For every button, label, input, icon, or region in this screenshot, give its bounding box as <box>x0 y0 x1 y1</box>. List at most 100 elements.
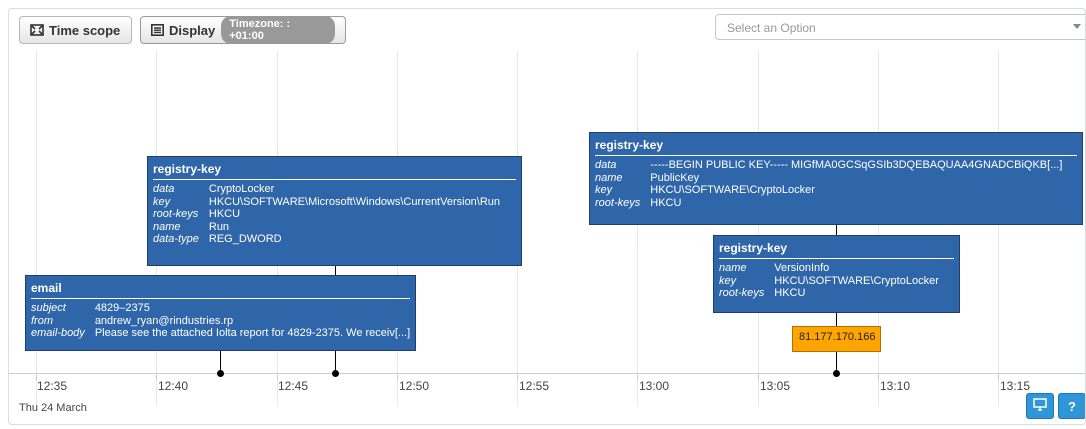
card-title: registry-key <box>595 138 1077 156</box>
grid-line <box>36 51 37 406</box>
card-row: name PublicKey <box>595 172 1062 185</box>
monitor-icon <box>1033 398 1047 414</box>
attr-value: PublicKey <box>650 171 700 184</box>
tick-mark <box>637 374 638 380</box>
tick-mark <box>998 374 999 380</box>
card-row: root-keys HKCU <box>153 208 500 221</box>
tick-label: 13:05 <box>760 379 791 393</box>
monitor-button[interactable] <box>1026 393 1054 419</box>
card-row: name Run <box>153 221 500 234</box>
event-marker[interactable] <box>833 370 840 377</box>
help-button[interactable]: ? <box>1058 393 1085 419</box>
attr-key: name <box>595 171 623 184</box>
attr-value: andrew_ryan@rindustries.rp <box>94 314 234 327</box>
ip-address-node[interactable]: 81.177.170.166 <box>792 326 881 352</box>
tick-mark <box>758 374 759 380</box>
attr-key: email-body <box>31 327 85 339</box>
attr-key: name <box>719 262 747 274</box>
time-axis <box>9 373 1085 374</box>
card-attributes: data CryptoLocker key HKCU\SOFTWARE\Micros… <box>153 183 500 246</box>
tick-label: 13:00 <box>639 379 670 393</box>
card-row: root-keys HKCU <box>719 287 939 300</box>
attr-value: HKCU\SOFTWARE\CryptoLocker <box>650 184 815 196</box>
attr-value: Run <box>208 220 230 233</box>
attr-value: REG_DWORD <box>208 233 282 245</box>
event-marker[interactable] <box>332 370 339 377</box>
card-title: registry-key <box>153 162 516 180</box>
tick-mark <box>397 374 398 380</box>
help-label: ? <box>1068 398 1076 414</box>
grid-line <box>998 51 999 406</box>
card-row: data-type REG_DWORD <box>153 233 500 246</box>
list-icon <box>151 24 164 36</box>
registry-key-card-run[interactable]: registry-key data CryptoLocker key HKCU\SO… <box>147 156 522 266</box>
attr-value: VersionInfo <box>774 262 830 274</box>
select-placeholder: Select an Option <box>727 21 816 35</box>
card-row: from andrew_ryan@rindustries.rp <box>31 315 410 328</box>
display-button[interactable]: Display Timezone: : +01:00 <box>140 16 346 44</box>
attr-value: HKCU\SOFTWARE\CryptoLocker <box>774 274 939 287</box>
attr-value: Please see the attached Iolta report for… <box>94 327 411 339</box>
attr-value: 4829–2375 <box>94 302 150 314</box>
attr-value: HKCU\SOFTWARE\Microsoft\Windows\CurrentV… <box>208 195 501 208</box>
tick-mark <box>156 374 157 380</box>
dropdown-arrow-icon <box>1073 24 1081 29</box>
grid-line <box>878 51 879 406</box>
attr-value: -----BEGIN PUBLIC KEY----- MIGfMA0GCSqGS… <box>650 159 1063 171</box>
card-title: registry-key <box>719 241 954 259</box>
date-label: Thu 24 March <box>19 402 87 414</box>
tick-label: 12:40 <box>158 379 189 393</box>
display-label: Display <box>169 22 216 38</box>
email-card[interactable]: email subject 4829–2375 from andrew_ryan@r… <box>25 275 416 351</box>
registry-key-card-publickey[interactable]: registry-key data -----BEGIN PUBLIC KEY--… <box>589 132 1083 225</box>
tick-mark <box>878 374 879 380</box>
attr-key: data <box>153 183 175 195</box>
tick-label: 12:55 <box>519 379 550 393</box>
attr-value: HKCU <box>774 287 806 299</box>
event-marker[interactable] <box>217 370 224 377</box>
attr-key: key <box>153 195 171 208</box>
timeline-panel: Time scope Display Timezone: : +01:00 Se… <box>8 8 1086 425</box>
attr-key: name <box>153 220 181 233</box>
card-attributes: subject 4829–2375 from andrew_ryan@rindust… <box>31 302 410 340</box>
attr-key: root-keys <box>595 196 641 209</box>
attr-key: key <box>595 184 613 196</box>
card-row: root-keys HKCU <box>595 197 1062 210</box>
expand-arrows-icon <box>30 24 44 36</box>
grid-line <box>758 51 759 406</box>
attr-key: root-keys <box>153 208 199 220</box>
tick-mark <box>517 374 518 380</box>
attr-key: data-type <box>153 233 199 245</box>
attr-value: HKCU <box>650 196 682 209</box>
attr-key: from <box>31 314 53 327</box>
tick-label: 12:45 <box>278 379 309 393</box>
tick-label: 13:10 <box>880 379 911 393</box>
time-scope-label: Time scope <box>49 22 121 38</box>
tick-label: 12:50 <box>399 379 430 393</box>
attr-value: CryptoLocker <box>208 183 275 195</box>
attr-value: HKCU <box>208 208 241 220</box>
registry-version-connector <box>836 312 837 326</box>
card-attributes: name VersionInfo key HKCU\SOFTWARE\CryptoL… <box>719 262 939 300</box>
attr-key: data <box>595 159 617 171</box>
attr-key: subject <box>31 302 66 314</box>
grid-line <box>637 51 638 406</box>
card-attributes: data -----BEGIN PUBLIC KEY----- MIGfMA0GC… <box>595 159 1062 209</box>
card-row: key HKCU\SOFTWARE\CryptoLocker <box>595 184 1062 197</box>
tick-label: 13:15 <box>1000 379 1031 393</box>
card-row: email-body Please see the attached Iolta … <box>31 327 410 340</box>
card-row: key HKCU\SOFTWARE\Microsoft\Windows\Curre… <box>153 196 500 209</box>
time-scope-button[interactable]: Time scope <box>19 16 132 44</box>
attr-key: key <box>719 274 737 287</box>
card-title: email <box>31 281 410 299</box>
option-select[interactable]: Select an Option <box>715 14 1085 40</box>
card-row: data -----BEGIN PUBLIC KEY----- MIGfMA0GC… <box>595 159 1062 172</box>
card-row: key HKCU\SOFTWARE\CryptoLocker <box>719 275 939 288</box>
card-row: data CryptoLocker <box>153 183 500 196</box>
card-row: subject 4829–2375 <box>31 302 410 315</box>
timezone-badge: Timezone: : +01:00 <box>221 16 335 44</box>
attr-key: root-keys <box>719 287 765 299</box>
registry-key-card-versioninfo[interactable]: registry-key name VersionInfo key HKCU\SOF… <box>713 235 960 313</box>
registry-publickey-connector <box>836 225 837 235</box>
tick-label: 12:35 <box>37 379 68 393</box>
